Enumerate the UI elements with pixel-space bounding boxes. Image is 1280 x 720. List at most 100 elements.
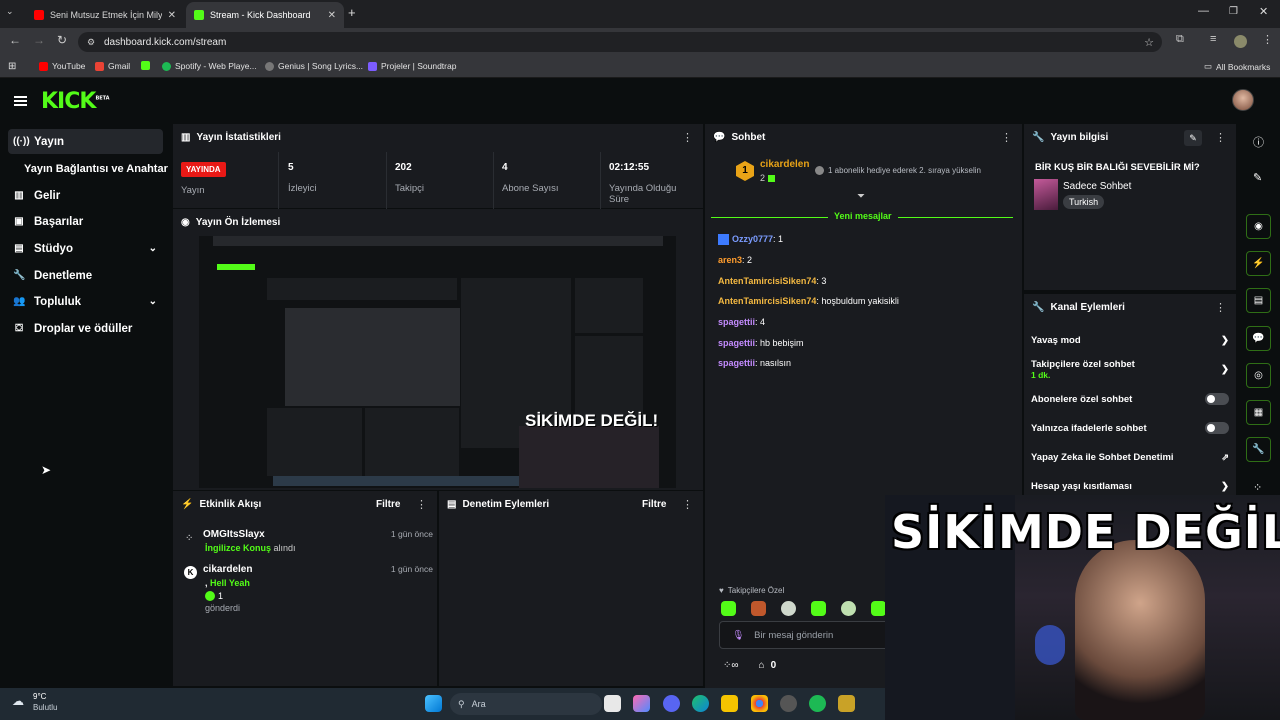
discord-icon[interactable] <box>663 695 680 712</box>
apps-grid-icon[interactable]: ⊞ <box>8 61 16 72</box>
chat-username[interactable]: AntenTamircisiSiken74 <box>718 276 816 286</box>
site-info-icon[interactable]: ⚙ <box>87 37 95 48</box>
more-options-icon[interactable]: ⋮ <box>1001 131 1012 144</box>
rail-broadcast-icon[interactable]: ◎ <box>1246 363 1271 388</box>
chevron-down-icon[interactable]: ⌄ <box>149 296 157 307</box>
tab-list-chevron-icon[interactable]: ⌄ <box>6 6 14 17</box>
sidebar-item-moderation[interactable]: 🔧 Denetleme <box>8 263 163 288</box>
subscribers-only-toggle[interactable] <box>1205 393 1229 405</box>
browser-profile-avatar[interactable] <box>1234 35 1247 48</box>
close-window-icon[interactable]: ✕ <box>1259 5 1268 18</box>
more-options-icon[interactable]: ⋮ <box>1215 131 1226 144</box>
ai-moderation-row[interactable]: Yapay Zeka ile Sohbet Denetimi ⇗ <box>1031 452 1229 463</box>
sidebar-item-revenue[interactable]: ▥ Gelir <box>8 183 163 208</box>
sidebar-item-achievements[interactable]: ▣ Başarılar <box>8 209 163 234</box>
chat-username[interactable]: spagettii <box>718 338 755 348</box>
file-explorer-icon[interactable] <box>721 695 738 712</box>
mod-filter-button[interactable]: Filtre <box>642 499 666 510</box>
chat-username[interactable]: Ozzy0777 <box>732 234 773 244</box>
taskbar-search[interactable]: ⚲ Ara <box>450 693 602 715</box>
more-options-icon[interactable]: ⋮ <box>682 498 693 511</box>
top-gifter-name[interactable]: cikardelen <box>760 159 809 170</box>
more-options-icon[interactable]: ⋮ <box>682 131 693 144</box>
task-view-icon[interactable] <box>604 695 621 712</box>
rail-lightning-icon[interactable]: ⚡ <box>1246 251 1271 276</box>
close-tab-icon[interactable]: ✕ <box>328 10 336 21</box>
emote-icon[interactable] <box>841 601 856 616</box>
store-counter[interactable]: ⌂ 0 <box>759 660 777 671</box>
reload-icon[interactable]: ↻ <box>57 33 67 47</box>
followers-only-row[interactable]: Takipçilere özel sohbet 1 dk. ❯ <box>1031 359 1229 380</box>
chat-username[interactable]: spagettii <box>718 358 755 368</box>
restore-icon[interactable]: ❐ <box>1229 6 1238 17</box>
game-app-icon[interactable] <box>838 695 855 712</box>
filter-icon[interactable]: ⏷ <box>857 191 865 202</box>
edge-icon[interactable] <box>692 695 709 712</box>
browser-tab-kick-dashboard[interactable]: Stream - Kick Dashboard ✕ <box>186 2 344 28</box>
bookmark-gmail[interactable]: Gmail <box>95 61 130 71</box>
extensions-icon[interactable]: ⧉ <box>1176 33 1184 46</box>
emote-icon[interactable] <box>811 601 826 616</box>
chat-username[interactable]: AntenTamircisiSiken74 <box>718 296 816 306</box>
start-button-icon[interactable] <box>425 695 442 712</box>
emote-icon[interactable] <box>871 601 886 616</box>
edit-pencil-icon[interactable]: ✎ <box>1184 130 1202 146</box>
rail-wrench-icon[interactable]: 🔧 <box>1246 437 1271 462</box>
app-icon[interactable] <box>780 695 797 712</box>
spotify-taskbar-icon[interactable] <box>809 695 826 712</box>
close-tab-icon[interactable]: ✕ <box>168 10 176 21</box>
stream-preview-video[interactable]: SİKİMDE DEĞİL! <box>199 236 676 488</box>
sidebar-item-studio[interactable]: ▤ Stüdyo ⌄ <box>8 236 163 261</box>
bookmark-spotify[interactable]: Spotify - Web Playe... <box>162 61 257 71</box>
copilot-icon[interactable] <box>633 695 650 712</box>
weather-temperature[interactable]: 9°C <box>33 692 46 701</box>
bookmark-genius[interactable]: Genius | Song Lyrics... <box>265 61 363 71</box>
bookmark-kick[interactable] <box>141 61 150 70</box>
chevron-down-icon[interactable]: ⌄ <box>149 243 157 254</box>
account-age-row[interactable]: Hesap yaşı kısıtlaması ❯ <box>1031 481 1229 492</box>
new-tab-icon[interactable]: + <box>348 5 356 20</box>
rail-document-icon[interactable]: ▤ <box>1246 288 1271 313</box>
category-thumbnail[interactable] <box>1034 179 1058 210</box>
more-options-icon[interactable]: ⋮ <box>1215 301 1226 314</box>
more-options-icon[interactable]: ⋮ <box>416 498 427 511</box>
emote-icon[interactable] <box>751 601 766 616</box>
viewers-infinity-icon[interactable]: ⁘∞ <box>723 660 739 671</box>
back-icon[interactable]: ← <box>9 33 21 47</box>
address-bar[interactable]: ⚙ dashboard.kick.com/stream ☆ <box>78 32 1162 52</box>
chat-input[interactable]: 🎙 Bir mesaj gönderin <box>719 621 889 649</box>
bookmark-youtube[interactable]: YouTube <box>39 61 85 71</box>
rail-community-icon[interactable]: ⁘ <box>1253 481 1262 494</box>
user-avatar[interactable] <box>1232 89 1254 111</box>
emote-only-toggle[interactable] <box>1205 422 1229 434</box>
sidebar-item-stream[interactable]: ((·)) Yayın <box>8 129 163 154</box>
info-icon[interactable]: ⓘ <box>1253 134 1264 150</box>
emote-icon[interactable] <box>721 601 736 616</box>
browser-menu-icon[interactable]: ⋮ <box>1262 33 1273 46</box>
bookmark-star-icon[interactable]: ☆ <box>1144 36 1154 49</box>
chat-username[interactable]: spagettii <box>718 317 755 327</box>
edit-icon[interactable]: ✎ <box>1253 171 1262 184</box>
weather-icon[interactable]: ☁ <box>12 694 24 708</box>
chrome-icon[interactable] <box>751 695 768 712</box>
rail-chat-icon[interactable]: 💬 <box>1246 326 1271 351</box>
emote-icon[interactable] <box>781 601 796 616</box>
sidebar-item-community[interactable]: 👥 Topluluk ⌄ <box>8 289 163 314</box>
chat-username[interactable]: aren3 <box>718 255 742 265</box>
browser-tab-youtube[interactable]: Seni Mutsuz Etmek İçin Milyarla ✕ <box>26 2 184 28</box>
activity-filter-button[interactable]: Filtre <box>376 499 400 510</box>
rail-layout-icon[interactable]: ▦ <box>1246 400 1271 425</box>
sidebar-item-drops[interactable]: ⛋ Droplar ve ödüller <box>8 316 163 341</box>
media-icon[interactable]: ≡ <box>1210 33 1216 45</box>
bookmark-soundtrap[interactable]: Projeler | Soundtrap <box>368 61 456 71</box>
microphone-icon[interactable]: 🎙 <box>732 630 744 641</box>
forward-icon[interactable]: → <box>33 33 45 47</box>
minimize-icon[interactable]: — <box>1198 5 1209 17</box>
hamburger-menu-icon[interactable] <box>14 96 27 106</box>
kick-logo[interactable]: KICKBETA <box>41 89 110 114</box>
weather-condition[interactable]: Bulutlu <box>33 703 57 712</box>
slow-mode-row[interactable]: Yavaş mod ❯ <box>1031 335 1229 346</box>
all-bookmarks[interactable]: ▭ All Bookmarks <box>1204 61 1270 72</box>
rail-camera-icon[interactable]: ◉ <box>1246 214 1271 239</box>
category-name[interactable]: Sadece Sohbet <box>1063 181 1131 192</box>
